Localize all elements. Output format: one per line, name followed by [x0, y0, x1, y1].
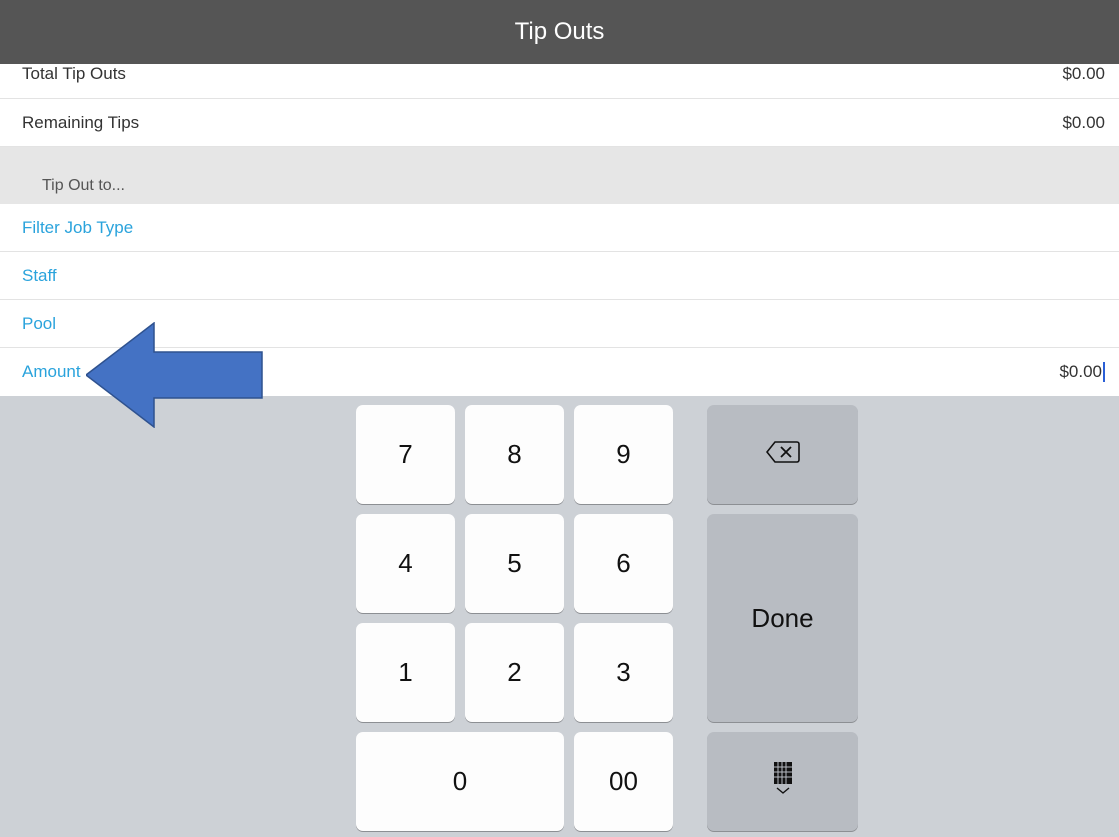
backspace-icon [765, 439, 800, 470]
left-arrow-icon [86, 322, 263, 428]
remaining-tips-row: Remaining Tips $0.00 [0, 99, 1119, 147]
amount-value: $0.00 [1059, 361, 1102, 381]
amount-label: Amount [22, 362, 81, 381]
key-0[interactable]: 0 [356, 732, 564, 831]
remaining-tips-value: $0.00 [1062, 112, 1105, 132]
total-tip-outs-value: $0.00 [1062, 64, 1105, 83]
amount-field[interactable]: $0.00 [1059, 362, 1105, 383]
total-tip-outs-label: Total Tip Outs [22, 64, 126, 83]
numeric-keyboard: 7 8 9 4 5 6 Done 1 2 3 0 00 [0, 396, 1119, 837]
key-1[interactable]: 1 [356, 623, 455, 722]
tip-out-to-section-header: Tip Out to... [0, 147, 1119, 204]
key-9[interactable]: 9 [574, 405, 673, 504]
pool-label[interactable]: Pool [22, 314, 56, 334]
key-4[interactable]: 4 [356, 514, 455, 613]
section-title: Tip Out to... [42, 177, 125, 194]
filter-job-type-label[interactable]: Filter Job Type [22, 218, 133, 238]
staff-label[interactable]: Staff [22, 266, 57, 286]
key-3[interactable]: 3 [574, 623, 673, 722]
key-2[interactable]: 2 [465, 623, 564, 722]
page-title: Tip Outs [514, 18, 605, 45]
keyboard-dismiss-icon [772, 761, 794, 802]
done-key[interactable]: Done [707, 514, 858, 722]
staff-row[interactable]: Staff [0, 252, 1119, 300]
key-5[interactable]: 5 [465, 514, 564, 613]
total-tip-outs-row: Total Tip Outs $0.00 [0, 64, 1119, 99]
nav-bar: Tip Outs [0, 0, 1119, 64]
text-cursor [1103, 362, 1105, 383]
key-8[interactable]: 8 [465, 405, 564, 504]
key-00[interactable]: 00 [574, 732, 673, 831]
key-6[interactable]: 6 [574, 514, 673, 613]
filter-job-type-row[interactable]: Filter Job Type [0, 204, 1119, 252]
backspace-key[interactable] [707, 405, 858, 504]
dismiss-keyboard-key[interactable] [707, 732, 858, 831]
key-7[interactable]: 7 [356, 405, 455, 504]
remaining-tips-label: Remaining Tips [22, 112, 140, 132]
